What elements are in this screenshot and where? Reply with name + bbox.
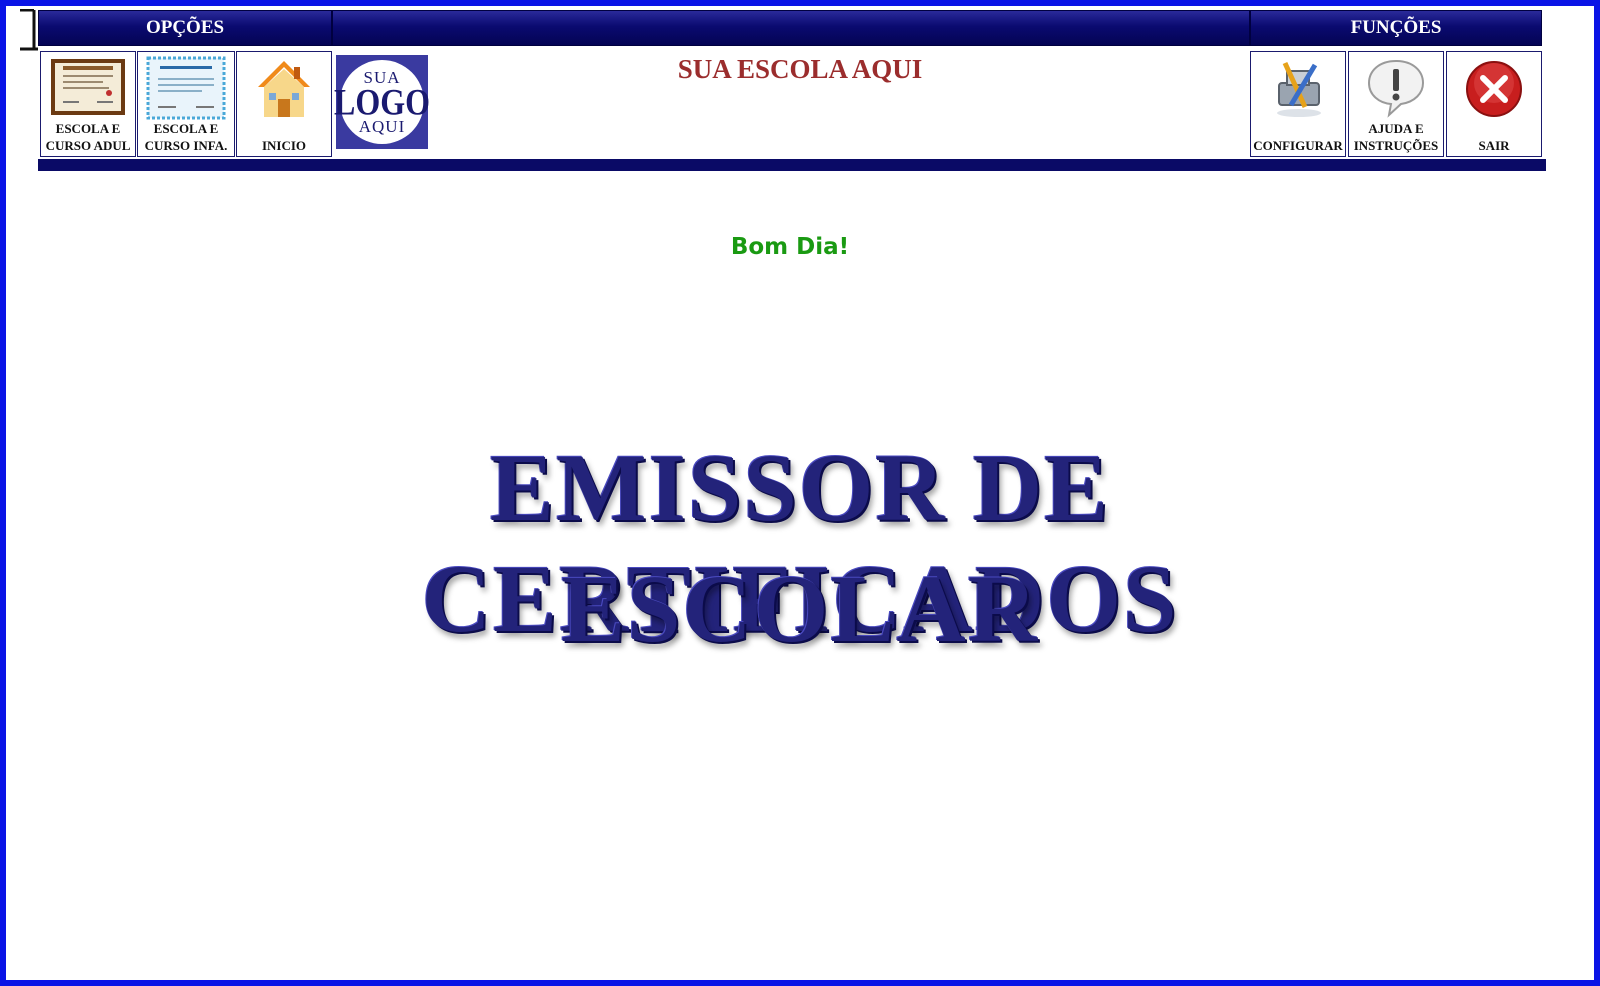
help-label: AJUDA E INSTRUÇÕES [1353,121,1439,153]
greeting-text: Bom Dia! [730,234,850,260]
functions-header: FUNÇÕES [1250,10,1542,46]
configure-label: CONFIGURAR [1253,138,1343,153]
options-title: OPÇÕES [145,17,225,38]
certificate-brown-icon [48,56,128,120]
functions-title: FUNÇÕES [1350,17,1442,38]
child-school-button[interactable]: ESCOLA E CURSO INFA. [137,51,235,157]
home-label: INICIO [261,138,307,153]
school-name: SUA ESCOLA AQUI [677,54,923,84]
options-header: OPÇÕES [38,10,332,46]
home-button[interactable]: INICIO [236,51,332,157]
exit-label: SAIR [1478,138,1510,153]
adult-school-label: ESCOLA E CURSO ADUL [45,121,131,153]
logo-line-2: LOGO [334,81,431,123]
home-icon [244,56,324,122]
header-bottom-rule [38,159,1546,171]
school-logo: SUA LOGO AQUI [334,55,431,149]
exit-x-icon [1454,56,1534,122]
middle-header-bar [332,10,1250,46]
certificate-blue-icon [146,56,226,120]
child-school-label: ESCOLA E CURSO INFA. [144,121,228,153]
exit-button[interactable]: SAIR [1446,51,1542,157]
help-button[interactable]: AJUDA E INSTRUÇÕES [1348,51,1444,157]
configure-button[interactable]: CONFIGURAR [1250,51,1346,157]
cell-cursor-icon [20,9,38,51]
main-title-line-2: ESCOLAR [560,555,1040,662]
help-exclamation-icon [1356,56,1436,120]
settings-tools-icon [1258,56,1338,122]
adult-school-button[interactable]: ESCOLA E CURSO ADUL [40,51,136,157]
